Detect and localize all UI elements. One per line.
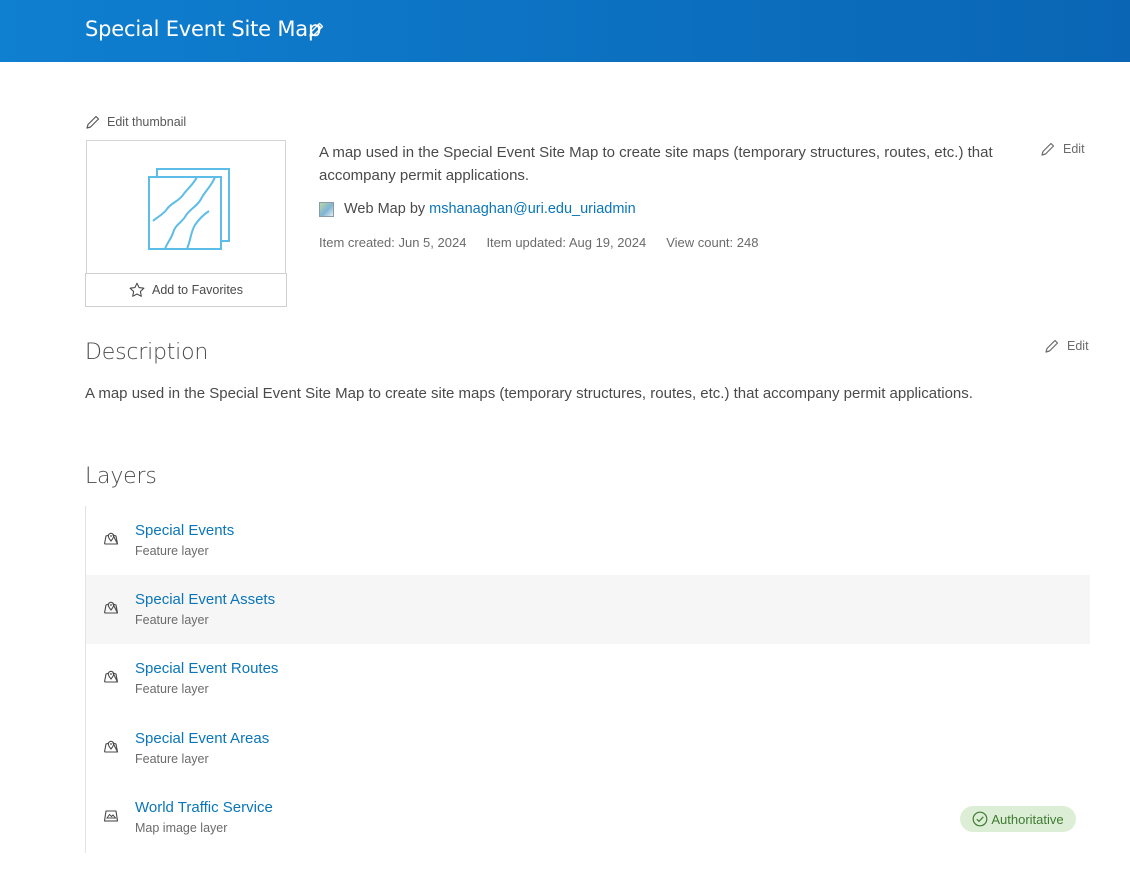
- layer-item[interactable]: World Traffic Service Map image layer: [86, 783, 1090, 852]
- header-bar: Special Event Site Map: [0, 0, 1130, 62]
- item-updated: Item updated: Aug 19, 2024: [486, 235, 647, 250]
- authoritative-badge: Authoritative: [960, 806, 1076, 832]
- edit-thumbnail-label: Edit thumbnail: [107, 115, 187, 129]
- map-image-layer-icon: [103, 810, 119, 822]
- layer-item[interactable]: Special Event Routes Feature layer: [86, 644, 1090, 713]
- favorites-label: Add to Favorites: [151, 283, 243, 297]
- pencil-icon: [309, 22, 324, 37]
- layer-type: Feature layer: [135, 544, 209, 558]
- layers-list: Special Events Feature layer Special Eve…: [85, 506, 1090, 853]
- layer-name[interactable]: Special Event Routes: [135, 660, 278, 677]
- feature-layer-icon: [103, 740, 119, 753]
- layer-item[interactable]: Special Events Feature layer: [86, 506, 1090, 575]
- layer-name[interactable]: Special Event Assets: [135, 591, 275, 608]
- layer-name[interactable]: Special Event Areas: [135, 730, 269, 747]
- item-thumbnail: [86, 140, 286, 274]
- item-type-line: Web Map by mshanaghan@uri.edu_uriadmin: [319, 201, 636, 217]
- description-text: A map used in the Special Event Site Map…: [85, 385, 973, 402]
- edit-summary-label: Edit: [1063, 142, 1085, 156]
- check-circle-icon: [972, 811, 988, 827]
- badge-label: Authoritative: [991, 811, 1064, 827]
- layer-type: Feature layer: [135, 682, 209, 696]
- layer-type: Feature layer: [135, 613, 209, 627]
- feature-layer-icon: [103, 670, 119, 683]
- edit-title-button[interactable]: [307, 21, 327, 41]
- view-count: View count: 248: [666, 235, 759, 250]
- feature-layer-icon: [103, 532, 119, 545]
- description-heading: Description: [85, 340, 209, 365]
- web-map-thumbnail-icon: [148, 168, 230, 250]
- edit-description-label: Edit: [1067, 339, 1089, 353]
- edit-summary-button[interactable]: Edit: [1040, 141, 1085, 157]
- item-type-label: Web Map by: [344, 201, 426, 217]
- item-created: Item created: Jun 5, 2024: [319, 235, 467, 250]
- page-title: Special Event Site Map: [85, 17, 322, 41]
- layer-type: Feature layer: [135, 752, 209, 766]
- star-icon: [129, 282, 145, 297]
- pencil-icon: [1045, 339, 1059, 353]
- owner-link[interactable]: mshanaghan@uri.edu_uriadmin: [429, 201, 636, 217]
- web-map-icon: [319, 201, 334, 217]
- layer-type: Map image layer: [135, 821, 228, 835]
- edit-thumbnail-link[interactable]: Edit thumbnail: [85, 114, 186, 130]
- layers-heading: Layers: [85, 464, 157, 489]
- pencil-icon: [86, 115, 100, 129]
- layer-item[interactable]: Special Event Assets Feature layer: [86, 575, 1090, 644]
- layer-name[interactable]: World Traffic Service: [135, 799, 273, 816]
- pencil-icon: [1041, 142, 1055, 156]
- item-summary: A map used in the Special Event Site Map…: [319, 144, 993, 184]
- layer-item[interactable]: Special Event Areas Feature layer: [86, 714, 1090, 783]
- item-metadata: Item created: Jun 5, 2024 Item updated: …: [319, 235, 758, 250]
- feature-layer-icon: [103, 601, 119, 614]
- edit-description-button[interactable]: Edit: [1044, 338, 1089, 354]
- add-to-favorites-button[interactable]: Add to Favorites: [85, 273, 287, 307]
- layer-name[interactable]: Special Events: [135, 522, 234, 539]
